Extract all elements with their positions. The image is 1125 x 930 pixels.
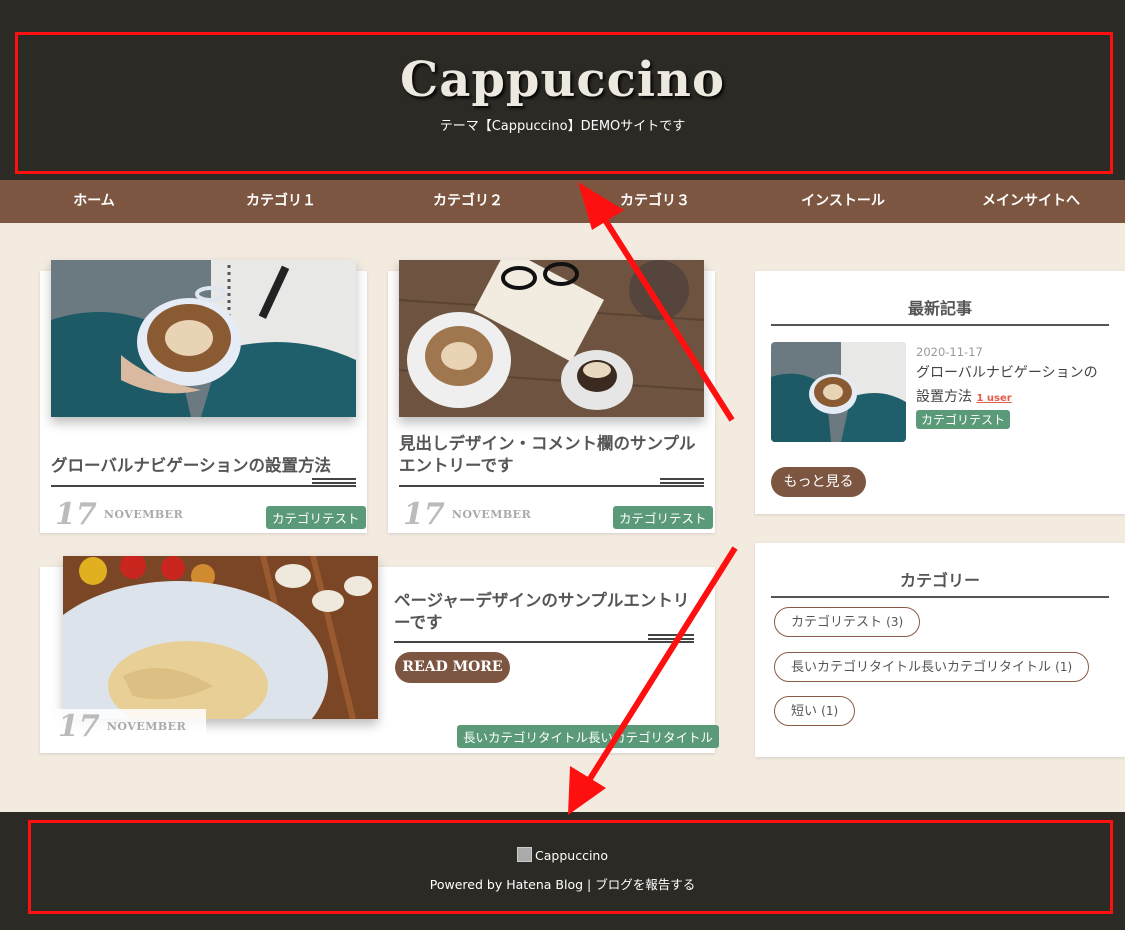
footer-powered: Powered by Hatena Blog | ブログを報告する — [0, 874, 1125, 893]
category-count: (3) — [886, 615, 904, 629]
entry-month: NOVEMBER — [106, 720, 187, 733]
entry-day: 17 — [55, 497, 97, 532]
entry-thumbnail[interactable] — [51, 260, 356, 417]
blog-icon — [517, 847, 533, 862]
entry-category-tag[interactable]: 長いカテゴリタイトル長いカテゴリタイトル — [457, 725, 720, 748]
entry-month: NOVEMBER — [451, 508, 532, 521]
nav-item-install[interactable]: インストール — [768, 180, 918, 223]
footer-brand-name[interactable]: Cappuccino — [535, 848, 608, 863]
widget-title: カテゴリー — [771, 567, 1109, 598]
entry-day: 17 — [403, 497, 445, 532]
site-footer: Cappuccino Powered by Hatena Blog | ブログを… — [0, 812, 1125, 930]
nav-item-home[interactable]: ホーム — [19, 180, 169, 223]
entry-card[interactable]: グローバルナビゲーションの設置方法 17 NOVEMBER カテゴリテスト — [40, 260, 367, 533]
read-more-button[interactable]: READ MORE — [395, 652, 510, 683]
entry-category-tag[interactable]: カテゴリテスト — [266, 506, 366, 529]
widget-title: 最新記事 — [771, 295, 1109, 326]
category-label[interactable]: 長いカテゴリタイトル長いカテゴリタイトル — [791, 660, 1051, 675]
global-nav: ホーム カテゴリ１ カテゴリ２ カテゴリ３ インストール メインサイトへ — [0, 180, 1125, 223]
footer-brand[interactable]: Cappuccino — [0, 847, 1125, 863]
category-pill[interactable]: カテゴリテスト (3) — [774, 607, 921, 637]
nav-item-main-site[interactable]: メインサイトへ — [956, 180, 1106, 223]
entry-title[interactable]: 見出しデザイン・コメント欄のサンプルエントリーです — [399, 433, 699, 477]
nav-item-category2[interactable]: カテゴリ２ — [393, 180, 543, 223]
recent-post-thumbnail[interactable] — [771, 342, 906, 442]
entry-title[interactable]: ページャーデザインのサンプルエントリーです — [394, 590, 694, 634]
category-pill[interactable]: 長いカテゴリタイトル長いカテゴリタイトル (1) — [774, 652, 1090, 682]
bookmark-users[interactable]: 1 user — [976, 393, 1011, 404]
nav-item-category3[interactable]: カテゴリ３ — [580, 180, 730, 223]
title-deco — [312, 478, 356, 484]
category-label[interactable]: 短い — [791, 704, 817, 719]
entry-card[interactable]: ページャーデザインのサンプルエントリーです READ MORE 17 NOVEM… — [40, 556, 720, 753]
entry-thumbnail[interactable] — [63, 556, 378, 719]
recent-post-title[interactable]: グローバルナビゲーションの設置方法 1 user — [916, 361, 1111, 411]
title-deco — [648, 634, 694, 640]
categories-widget: カテゴリー カテゴリテスト (3) 長いカテゴリタイトル長いカテゴリタイトル (… — [755, 543, 1125, 757]
entry-title[interactable]: グローバルナビゲーションの設置方法 — [51, 455, 356, 477]
report-blog-link[interactable]: ブログを報告する — [595, 877, 695, 892]
category-count: (1) — [1055, 660, 1073, 674]
nav-item-category1[interactable]: カテゴリ１ — [206, 180, 356, 223]
entry-date: 17 NOVEMBER — [55, 497, 183, 532]
powered-by-link[interactable]: Powered by Hatena Blog — [430, 877, 583, 892]
footer-highlight-box — [28, 820, 1113, 914]
entry-card[interactable]: 見出しデザイン・コメント欄のサンプルエントリーです 17 NOVEMBER カテ… — [388, 260, 715, 533]
title-underline — [51, 485, 356, 487]
recent-post-category-tag[interactable]: カテゴリテスト — [916, 410, 1011, 429]
footer-separator: | — [583, 877, 596, 892]
title-underline — [394, 641, 694, 643]
title-deco — [660, 478, 704, 484]
entry-date: 17 NOVEMBER — [55, 709, 207, 744]
more-button[interactable]: もっと見る — [771, 467, 866, 497]
category-count: (1) — [821, 704, 839, 718]
site-title[interactable]: Cappuccino — [0, 52, 1125, 108]
entry-day: 17 — [58, 709, 100, 744]
entry-date: 17 NOVEMBER — [403, 497, 531, 532]
entry-thumbnail[interactable] — [399, 260, 704, 417]
recent-post-date: 2020-11-17 — [916, 345, 983, 359]
entry-category-tag[interactable]: カテゴリテスト — [613, 506, 713, 529]
site-description: テーマ【Cappuccino】DEMOサイトです — [439, 119, 686, 134]
category-label[interactable]: カテゴリテスト — [791, 615, 882, 630]
title-underline — [399, 485, 704, 487]
category-pill[interactable]: 短い (1) — [774, 696, 856, 726]
entry-month: NOVEMBER — [103, 508, 184, 521]
site-header: Cappuccino テーマ【Cappuccino】DEMOサイトです — [0, 0, 1125, 180]
recent-posts-widget: 最新記事 2020-11-17 グローバルナビゲーションの設置方法 1 user… — [755, 271, 1125, 514]
